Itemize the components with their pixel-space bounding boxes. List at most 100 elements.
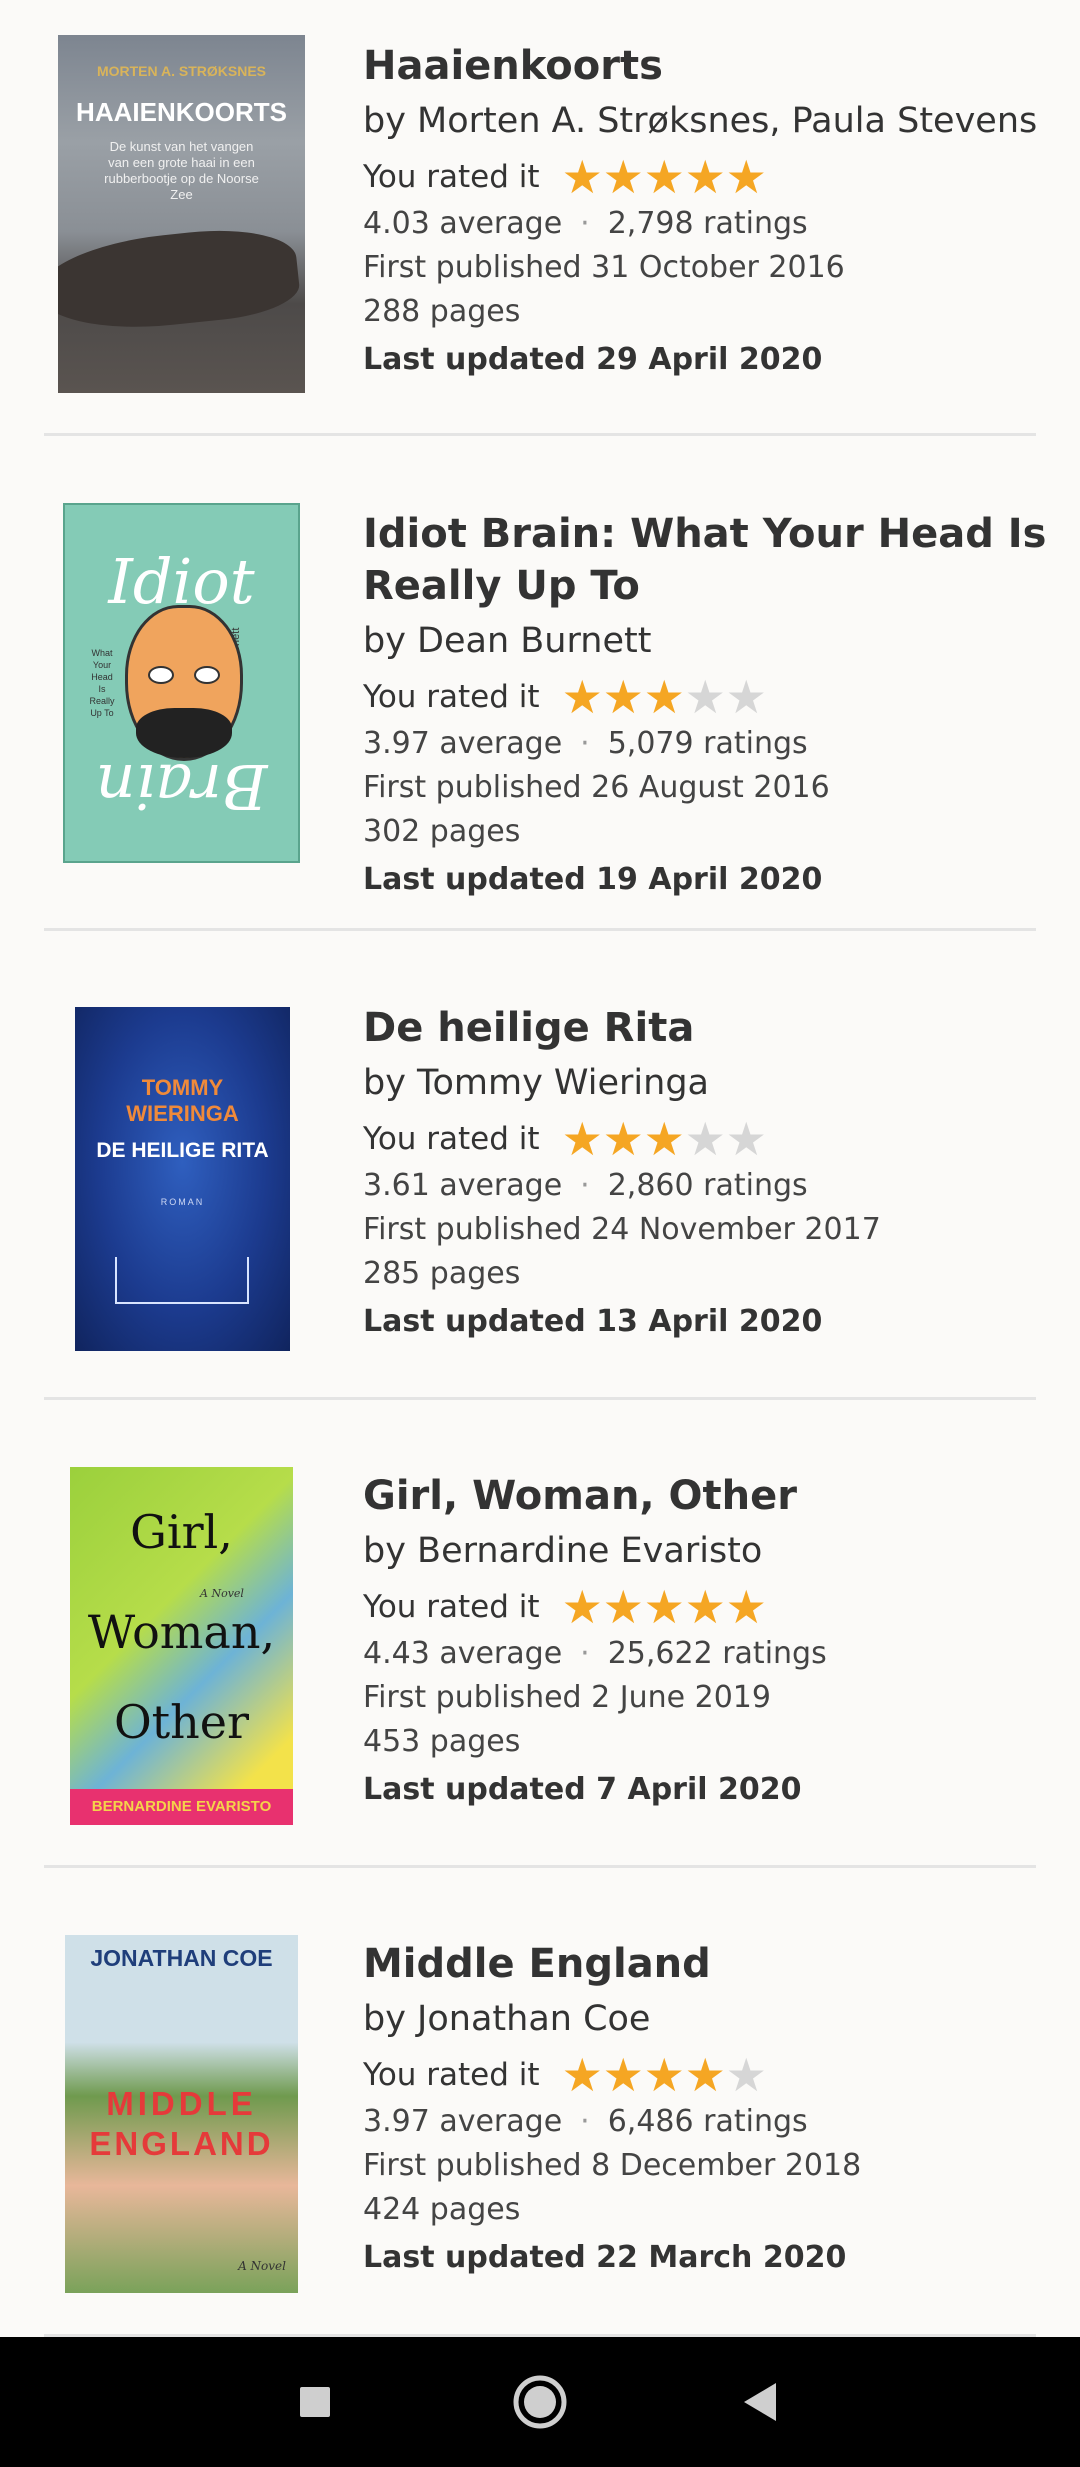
page-count: 424 pages: [363, 2192, 521, 2227]
star-rating[interactable]: ★ ★ ★ ★ ★: [562, 1582, 767, 1632]
rated-label: You rated it: [363, 1121, 540, 1157]
rating-stats: 3.97 average · 6,486 ratings: [363, 2100, 1070, 2144]
book-item[interactable]: TOMMY WIERINGA DE HEILIGE RITA ROMAN De …: [0, 932, 1080, 1400]
book-author[interactable]: by Morten A. Strøksnes, Paula Stevens: [363, 98, 1070, 144]
book-cover[interactable]: TOMMY WIERINGA DE HEILIGE RITA ROMAN: [75, 1007, 290, 1351]
star-empty-icon[interactable]: ★: [685, 672, 726, 722]
separator-dot: ·: [580, 2104, 590, 2139]
star-rating[interactable]: ★ ★ ★ ★ ★: [562, 2050, 767, 2100]
book-cover[interactable]: JONATHAN COE MIDDLE ENGLAND A Novel: [65, 1935, 298, 2293]
star-filled-icon[interactable]: ★: [726, 1582, 767, 1632]
rated-label: You rated it: [363, 159, 540, 195]
star-filled-icon[interactable]: ★: [562, 672, 603, 722]
star-rating[interactable]: ★ ★ ★ ★ ★: [562, 1114, 767, 1164]
book-author[interactable]: by Jonathan Coe: [363, 1996, 1070, 2042]
last-updated: Last updated 29 April 2020: [363, 342, 823, 377]
star-filled-icon[interactable]: ★: [603, 1582, 644, 1632]
user-rating[interactable]: You rated it ★ ★ ★ ★ ★: [363, 2050, 1070, 2100]
star-empty-icon[interactable]: ★: [726, 1114, 767, 1164]
cover-author: BERNARDINE EVARISTO: [70, 1789, 293, 1825]
cover-subtitle: ROMAN: [160, 1197, 205, 1207]
star-filled-icon[interactable]: ★: [726, 152, 767, 202]
book-title[interactable]: Idiot Brain: What Your Head Is Really Up…: [363, 508, 1070, 612]
cover-novel: A Novel: [238, 2259, 286, 2273]
star-filled-icon[interactable]: ★: [644, 152, 685, 202]
cover-novel: A Novel: [200, 1587, 244, 1600]
user-rating[interactable]: You rated it ★ ★ ★ ★ ★: [363, 672, 1070, 722]
star-rating[interactable]: ★ ★ ★ ★ ★: [562, 152, 767, 202]
star-empty-icon[interactable]: ★: [685, 1114, 726, 1164]
star-filled-icon[interactable]: ★: [603, 152, 644, 202]
first-published: First published 24 November 2017: [363, 1212, 881, 1247]
face-illustration: [125, 605, 243, 761]
cover-title-line2: ENGLAND: [89, 2125, 274, 2162]
star-filled-icon[interactable]: ★: [644, 672, 685, 722]
star-filled-icon[interactable]: ★: [603, 2050, 644, 2100]
book-title[interactable]: De heilige Rita: [363, 1002, 1070, 1054]
book-cover[interactable]: MORTEN A. STRØKSNES HAAIENKOORTS De kuns…: [58, 35, 305, 393]
star-filled-icon[interactable]: ★: [603, 672, 644, 722]
rating-stats: 4.03 average · 2,798 ratings: [363, 202, 1070, 246]
book-author[interactable]: by Bernardine Evaristo: [363, 1528, 1070, 1574]
book-author[interactable]: by Tommy Wieringa: [363, 1060, 1070, 1106]
cover-word-woman: Woman,: [87, 1605, 276, 1659]
book-item[interactable]: JONATHAN COE MIDDLE ENGLAND A Novel Midd…: [0, 1868, 1080, 2337]
average-rating: 3.97 average: [363, 2104, 563, 2139]
rated-label: You rated it: [363, 1589, 540, 1625]
navigation-bar: [0, 2337, 1080, 2467]
book-title[interactable]: Girl, Woman, Other: [363, 1470, 1070, 1522]
star-filled-icon[interactable]: ★: [685, 2050, 726, 2100]
cover-word-girl: Girl,: [130, 1505, 233, 1559]
separator-dot: ·: [580, 206, 590, 241]
user-rating[interactable]: You rated it ★ ★ ★ ★ ★: [363, 1582, 1070, 1632]
first-published: First published 31 October 2016: [363, 250, 845, 285]
book-cover[interactable]: Girl, A Novel Woman, Other BERNARDINE EV…: [70, 1467, 293, 1825]
book-title[interactable]: Haaienkoorts: [363, 40, 1070, 92]
star-filled-icon[interactable]: ★: [562, 1582, 603, 1632]
rated-label: You rated it: [363, 2057, 540, 2093]
star-rating[interactable]: ★ ★ ★ ★ ★: [562, 672, 767, 722]
star-empty-icon[interactable]: ★: [726, 2050, 767, 2100]
star-filled-icon[interactable]: ★: [562, 152, 603, 202]
star-filled-icon[interactable]: ★: [685, 1582, 726, 1632]
ratings-count: 25,622 ratings: [607, 1636, 827, 1671]
star-filled-icon[interactable]: ★: [644, 1582, 685, 1632]
average-rating: 3.97 average: [363, 726, 563, 761]
book-item[interactable]: MORTEN A. STRØKSNES HAAIENKOORTS De kuns…: [0, 0, 1080, 436]
ratings-count: 5,079 ratings: [607, 726, 808, 761]
cover-subtitle: De kunst van het vangen van een grote ha…: [104, 139, 259, 202]
star-filled-icon[interactable]: ★: [685, 152, 726, 202]
star-empty-icon[interactable]: ★: [726, 672, 767, 722]
cover-title: HAAIENKOORTS: [76, 97, 287, 127]
cover-house-drawing: [115, 1257, 249, 1304]
rating-stats: 4.43 average · 25,622 ratings: [363, 1632, 1070, 1676]
book-cover[interactable]: Idiot Brain What Your Head Is Really Up …: [63, 503, 300, 863]
book-item[interactable]: Girl, A Novel Woman, Other BERNARDINE EV…: [0, 1400, 1080, 1868]
star-filled-icon[interactable]: ★: [644, 2050, 685, 2100]
recents-button[interactable]: [255, 2337, 375, 2467]
rating-stats: 3.97 average · 5,079 ratings: [363, 722, 1070, 766]
ratings-count: 2,798 ratings: [607, 206, 808, 241]
star-filled-icon[interactable]: ★: [562, 2050, 603, 2100]
page-count: 453 pages: [363, 1724, 521, 1759]
average-rating: 3.61 average: [363, 1168, 563, 1203]
star-filled-icon[interactable]: ★: [603, 1114, 644, 1164]
user-rating[interactable]: You rated it ★ ★ ★ ★ ★: [363, 152, 1070, 202]
ratings-count: 6,486 ratings: [607, 2104, 808, 2139]
book-item[interactable]: Idiot Brain What Your Head Is Really Up …: [0, 436, 1080, 932]
back-button[interactable]: [700, 2337, 820, 2467]
star-filled-icon[interactable]: ★: [562, 1114, 603, 1164]
last-updated: Last updated 7 April 2020: [363, 1772, 802, 1807]
book-author[interactable]: by Dean Burnett: [363, 618, 1070, 664]
ratings-count: 2,860 ratings: [607, 1168, 808, 1203]
last-updated: Last updated 13 April 2020: [363, 1304, 823, 1339]
home-button[interactable]: [480, 2337, 600, 2467]
star-filled-icon[interactable]: ★: [644, 1114, 685, 1164]
book-title[interactable]: Middle England: [363, 1938, 1070, 1990]
divider: [44, 928, 1036, 931]
cover-title: DE HEILIGE RITA: [96, 1139, 269, 1162]
cover-side-text: What Your Head Is Really Up To: [89, 648, 115, 718]
user-rating[interactable]: You rated it ★ ★ ★ ★ ★: [363, 1114, 1070, 1164]
back-triangle-icon: [744, 2383, 776, 2421]
last-updated: Last updated 22 March 2020: [363, 2240, 847, 2275]
